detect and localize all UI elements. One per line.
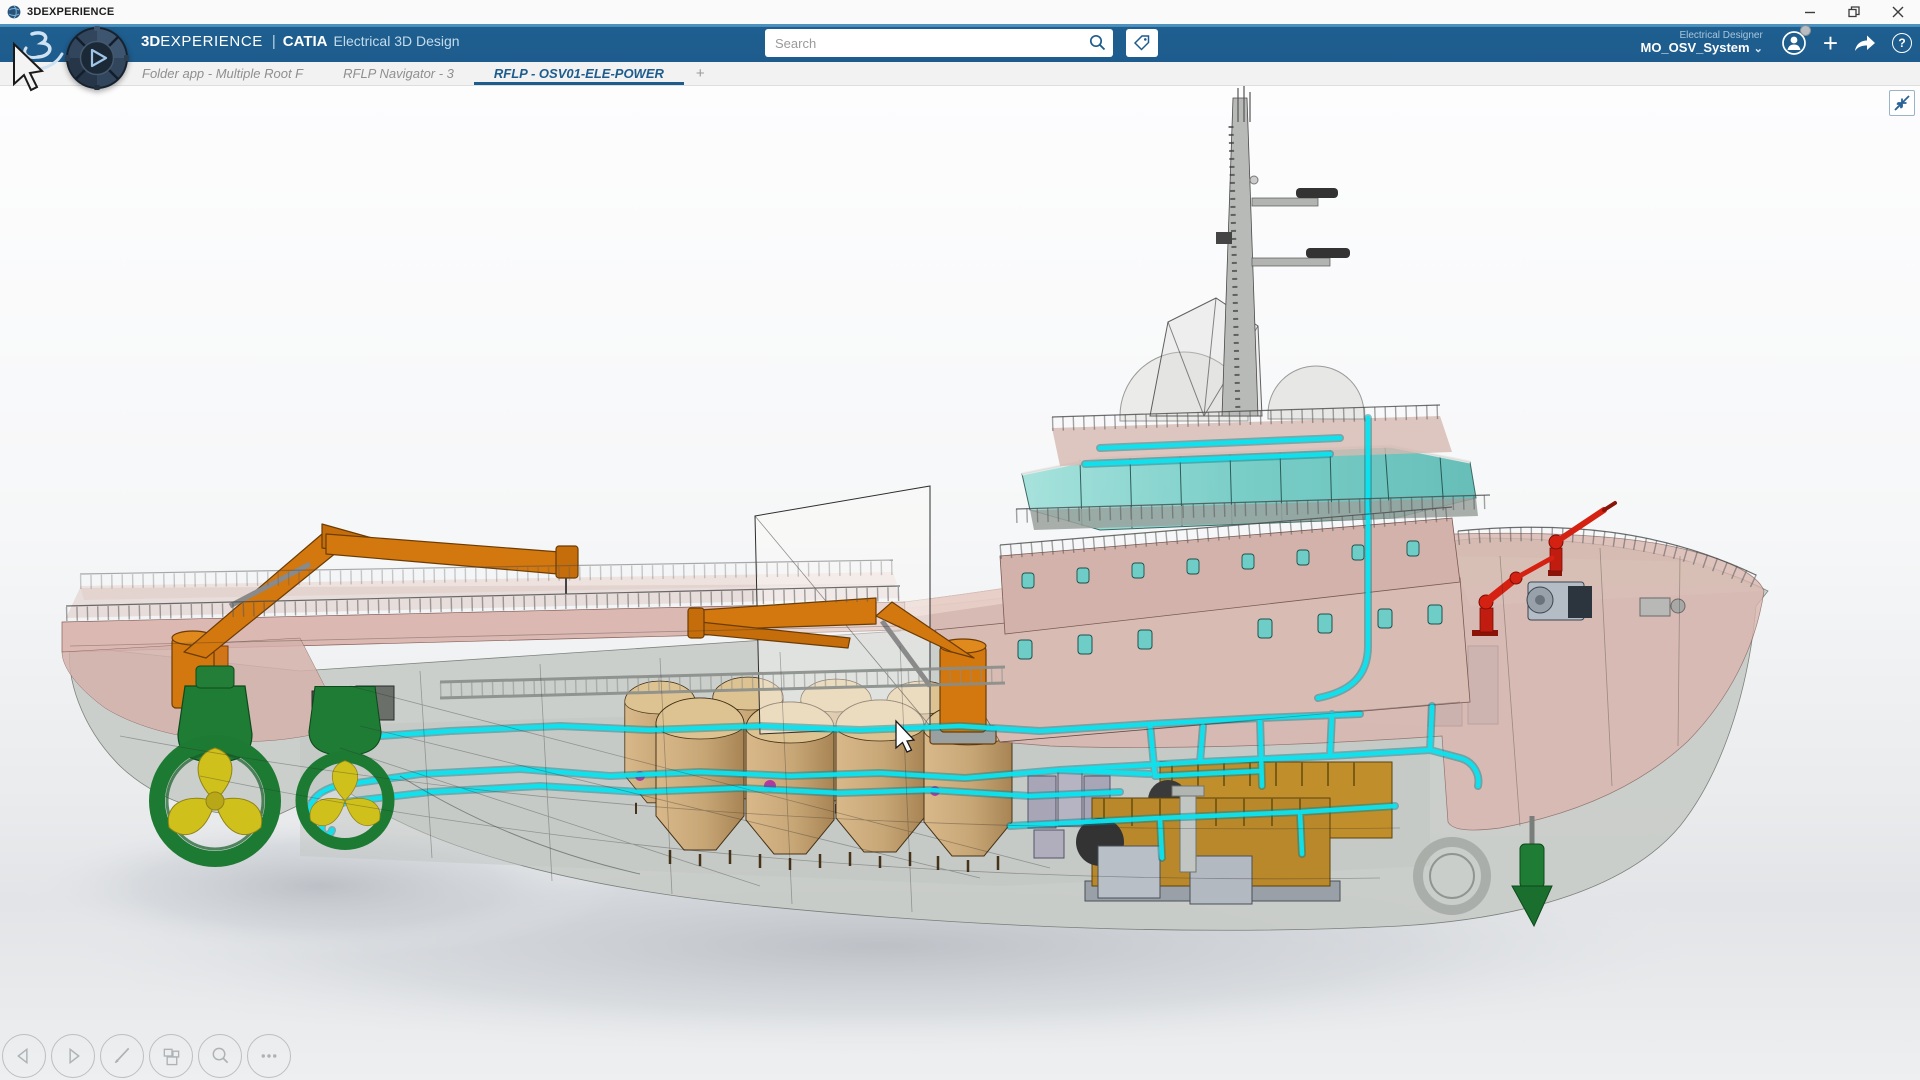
3dexperience-compass[interactable] bbox=[64, 25, 130, 91]
app-name: Electrical 3D Design bbox=[334, 33, 460, 49]
collapse-arrows-icon bbox=[1891, 92, 1913, 114]
ink-pen-button[interactable] bbox=[100, 1034, 144, 1078]
user-name: MO_OSV_System bbox=[1640, 40, 1749, 55]
pen-icon bbox=[101, 1034, 143, 1078]
tab-rflp-osv01-ele-power[interactable]: RFLP - OSV01-ELE-POWER bbox=[474, 62, 684, 85]
more-options-button[interactable] bbox=[247, 1034, 291, 1078]
3d-viewport[interactable] bbox=[0, 86, 1920, 1080]
app-windows-button[interactable] bbox=[149, 1034, 193, 1078]
superstructure[interactable] bbox=[935, 86, 1478, 742]
app-header: 3DEXPERIENCE | CATIA Electrical 3D Design E… bbox=[0, 24, 1920, 62]
app-tabbar: Folder app - Multiple Root F RFLP Naviga… bbox=[0, 62, 1920, 86]
brand-3d: 3D bbox=[141, 33, 160, 50]
close-button[interactable] bbox=[1876, 0, 1920, 24]
mouse-cursor bbox=[14, 44, 42, 90]
forward-button[interactable] bbox=[51, 1034, 95, 1078]
restore-button[interactable] bbox=[1832, 0, 1876, 24]
forward-icon bbox=[52, 1034, 94, 1078]
radome-small[interactable] bbox=[1268, 366, 1364, 419]
minimize-button[interactable] bbox=[1788, 0, 1832, 24]
app-globe-icon bbox=[7, 5, 21, 19]
collapse-viewport-button[interactable] bbox=[1889, 90, 1915, 116]
main-mast[interactable] bbox=[1216, 86, 1350, 416]
help-button[interactable]: ? bbox=[1892, 33, 1912, 53]
window-titlebar: 3DEXPERIENCE bbox=[0, 0, 1920, 24]
tab-rflp-navigator[interactable]: RFLP Navigator - 3 bbox=[323, 62, 474, 85]
brand-catia: CATIA bbox=[283, 33, 328, 50]
ship-3d-model[interactable] bbox=[0, 86, 1920, 1080]
profile-button[interactable] bbox=[1780, 29, 1808, 57]
windows-icon bbox=[150, 1034, 192, 1078]
add-tab-button[interactable]: + bbox=[684, 62, 717, 85]
anchor-windlass[interactable] bbox=[1640, 598, 1685, 616]
magnifier-icon bbox=[199, 1034, 241, 1078]
add-content-button[interactable]: + bbox=[1823, 31, 1838, 55]
search-box[interactable] bbox=[765, 29, 1113, 57]
chevron-down-icon: ⌄ bbox=[1754, 43, 1763, 55]
3ds-logo-swoosh bbox=[4, 26, 68, 98]
zoom-search-button[interactable] bbox=[198, 1034, 242, 1078]
app-brand: 3DEXPERIENCE | CATIA Electrical 3D Design bbox=[141, 33, 460, 50]
user-menu[interactable]: Electrical Designer MO_OSV_System⌄ bbox=[1640, 30, 1762, 56]
window-title: 3DEXPERIENCE bbox=[27, 6, 114, 18]
brand-experience: EXPERIENCE bbox=[160, 33, 263, 50]
back-icon bbox=[3, 1034, 45, 1078]
back-button[interactable] bbox=[2, 1034, 46, 1078]
brand-divider: | bbox=[272, 33, 276, 50]
tag-button[interactable] bbox=[1126, 29, 1158, 57]
share-icon[interactable] bbox=[1853, 33, 1877, 53]
tab-folder-app[interactable]: Folder app - Multiple Root F bbox=[122, 62, 323, 85]
search-input[interactable] bbox=[775, 29, 1075, 57]
viewport-toolbar bbox=[2, 1034, 291, 1078]
more-dots-icon bbox=[248, 1034, 290, 1078]
search-icon[interactable] bbox=[1089, 34, 1106, 51]
tag-icon bbox=[1133, 34, 1151, 52]
notification-badge bbox=[1800, 25, 1811, 36]
